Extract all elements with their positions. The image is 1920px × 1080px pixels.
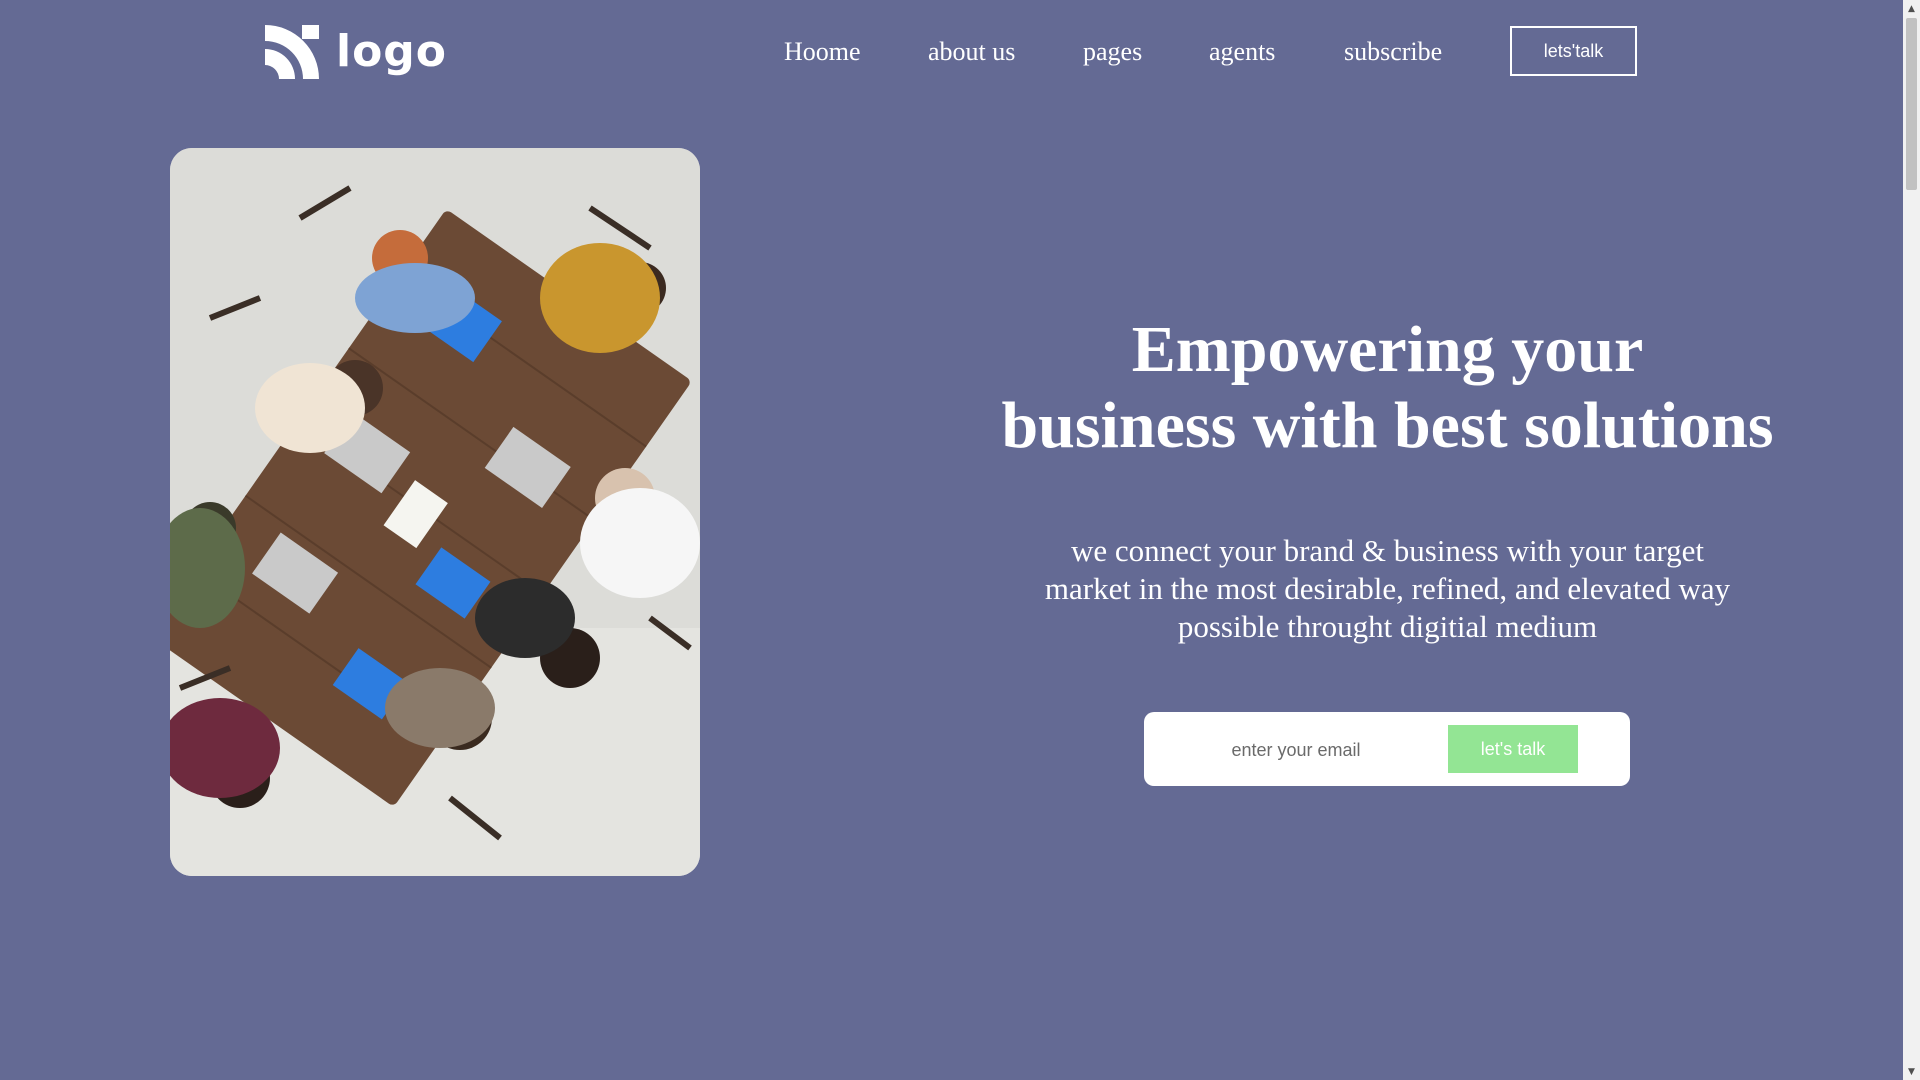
nav-link-home[interactable]: Hoome	[784, 37, 861, 67]
scrollbar-thumb[interactable]	[1906, 18, 1917, 190]
lets-talk-nav-button[interactable]: lets'talk	[1510, 26, 1637, 76]
hero-headline: Empowering your business with best solut…	[965, 312, 1810, 464]
email-signup-form: let's talk	[1144, 712, 1630, 786]
photo-illustration	[170, 148, 700, 876]
scroll-down-arrow-icon[interactable]: ▼	[1903, 1063, 1920, 1080]
vertical-scrollbar[interactable]: ▲ ▼	[1903, 0, 1920, 1080]
nav-link-pages[interactable]: pages	[1083, 37, 1142, 67]
headline-line-1: Empowering your	[1131, 313, 1644, 386]
hero-subtext: we connect your brand & business with yo…	[1000, 532, 1775, 646]
main-nav: Hoome about us pages agents subscribe le…	[0, 26, 1920, 80]
subtext-line-1: we connect your brand & business with yo…	[1070, 533, 1705, 568]
nav-link-agents[interactable]: agents	[1209, 37, 1275, 67]
lets-talk-submit-button[interactable]: let's talk	[1448, 725, 1578, 773]
nav-link-about[interactable]: about us	[928, 37, 1015, 67]
team-meeting-photo	[170, 148, 700, 876]
scroll-up-arrow-icon[interactable]: ▲	[1903, 0, 1920, 17]
nav-link-subscribe[interactable]: subscribe	[1344, 37, 1442, 67]
subtext-line-2: market in the most desirable, refined, a…	[1044, 571, 1731, 606]
headline-line-2: business with best solutions	[1001, 389, 1774, 462]
subtext-line-3: possible throught digitial medium	[1177, 609, 1598, 644]
email-input[interactable]	[1174, 724, 1418, 776]
